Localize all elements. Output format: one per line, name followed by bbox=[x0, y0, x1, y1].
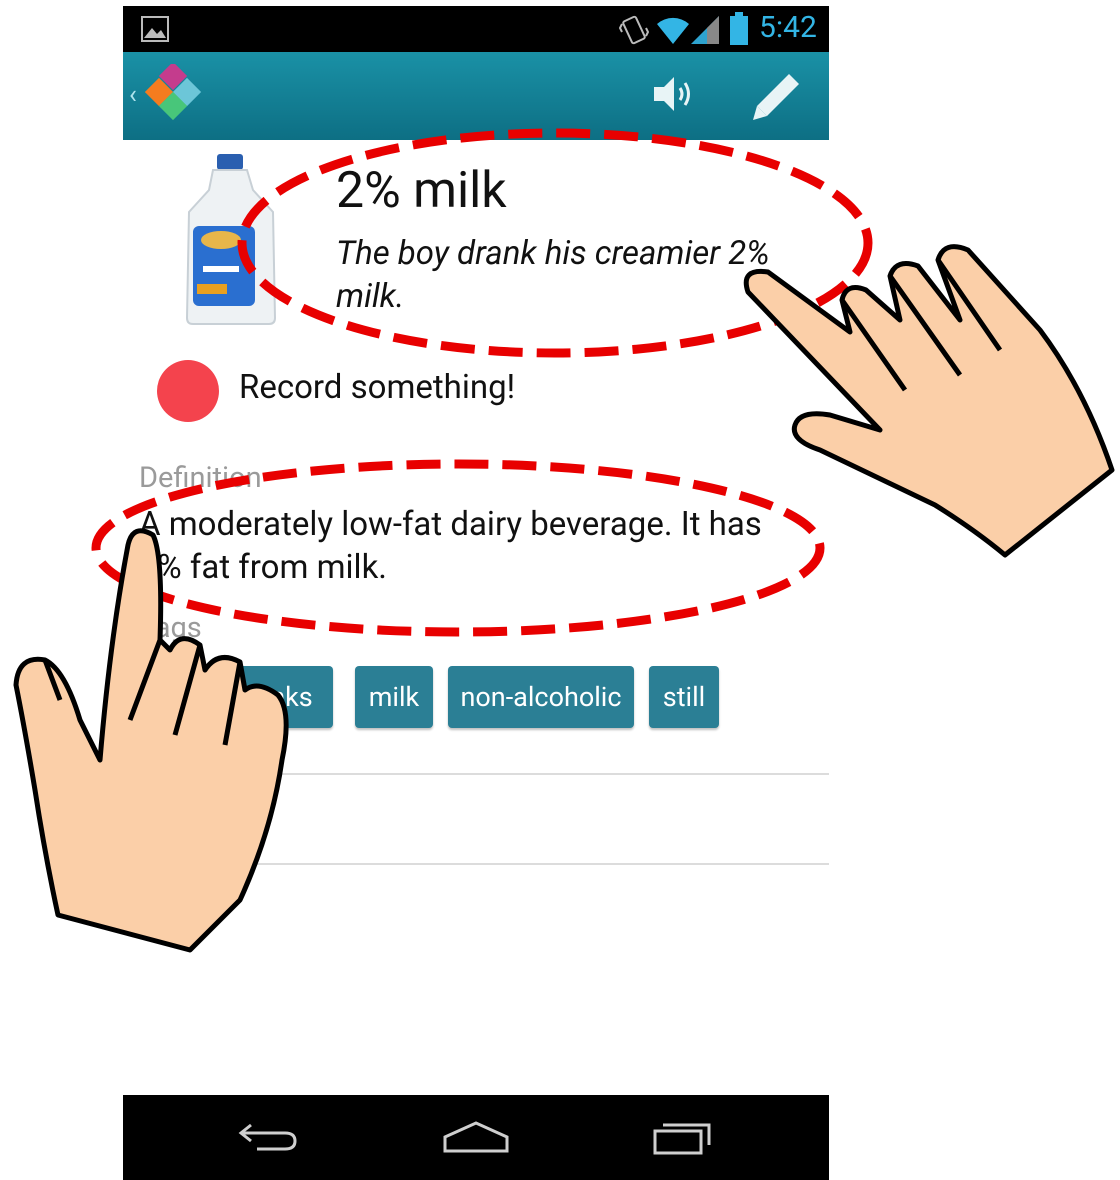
divider bbox=[123, 773, 829, 775]
status-bar: 5:42 bbox=[123, 6, 829, 52]
battery-icon bbox=[730, 12, 748, 45]
action-bar: ‹ bbox=[123, 52, 829, 140]
record-label[interactable]: Record something! bbox=[239, 368, 515, 407]
back-icon[interactable] bbox=[237, 1119, 301, 1155]
definition-heading: Definition bbox=[139, 461, 262, 495]
milk-jug-icon bbox=[185, 154, 277, 325]
phone-screen: 5:42 ‹ 2% milk The boy drank his creamie… bbox=[123, 6, 829, 1180]
gallery-notification-icon bbox=[141, 16, 169, 42]
tag-chip[interactable]: drinks bbox=[219, 666, 333, 728]
example-sentence: The boy drank his creamier 2% milk. bbox=[336, 234, 770, 316]
divider bbox=[123, 863, 829, 865]
tags-heading: Tags bbox=[139, 611, 202, 645]
recent-apps-icon[interactable] bbox=[651, 1117, 717, 1157]
tag-chip[interactable]: still bbox=[649, 666, 719, 728]
record-button[interactable] bbox=[157, 360, 219, 422]
speaker-icon[interactable] bbox=[650, 70, 698, 118]
checked-row[interactable]: Checked bbox=[139, 802, 266, 841]
definition-text: A moderately low-fat dairy beverage. It … bbox=[139, 505, 762, 587]
wifi-icon bbox=[657, 17, 689, 44]
tag-chip[interactable]: milk bbox=[355, 666, 433, 728]
word-title: 2% milk bbox=[336, 162, 507, 220]
tag-chip[interactable]: non-alcoholic bbox=[448, 666, 634, 728]
vibrate-icon bbox=[619, 15, 649, 45]
navigation-bar bbox=[123, 1095, 829, 1180]
signal-icon bbox=[691, 16, 719, 44]
back-caret-icon[interactable]: ‹ bbox=[129, 80, 137, 110]
app-logo-icon[interactable] bbox=[145, 64, 205, 124]
pencil-icon[interactable] bbox=[751, 70, 803, 122]
home-icon[interactable] bbox=[441, 1119, 511, 1155]
status-time: 5:42 bbox=[759, 10, 817, 45]
